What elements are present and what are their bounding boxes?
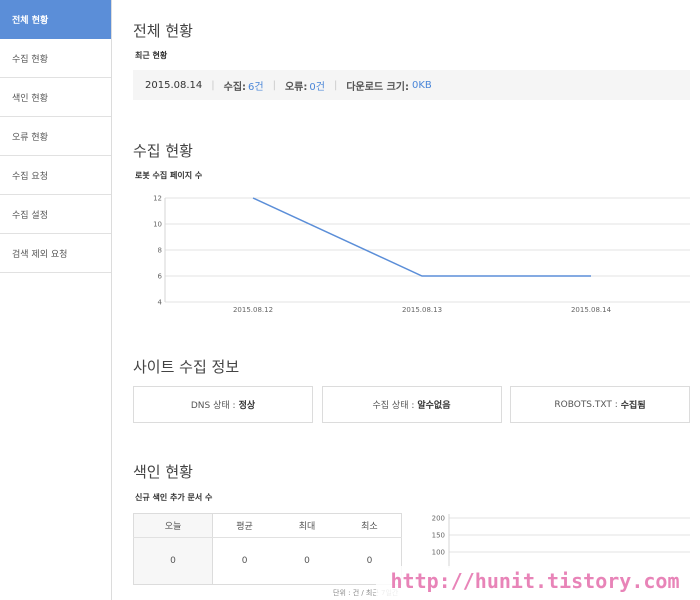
summary-error-label: 오류: xyxy=(284,81,308,93)
summary-collect-value: 6건 xyxy=(248,81,264,93)
robots-status-label: ROBOTS.TXT : xyxy=(554,399,618,410)
overview-subtitle: 최근 현황 xyxy=(135,51,168,60)
index-subtitle: 신규 색인 추가 문서 수 xyxy=(135,493,213,502)
main-content: 전체 현황 최근 현황 2015.08.14 | 수집: 6건 | 오류: 0건… xyxy=(133,0,690,600)
index-header-today: 오늘 xyxy=(133,513,213,539)
dns-status-box: DNS 상태 : 정상 xyxy=(133,386,313,423)
sidebar-item-overview[interactable]: 전체 현황 xyxy=(0,0,111,39)
y-tick-label: 100 xyxy=(432,549,445,557)
index-header-max: 최대 xyxy=(276,513,338,539)
divider: | xyxy=(333,79,338,91)
x-tick-label: 2015.08.14 xyxy=(571,306,612,314)
robots-status-box: ROBOTS.TXT : 수집됨 xyxy=(510,386,690,423)
crawl-status-box: 수집 상태 : 알수없음 xyxy=(321,386,502,423)
crawl-line-chart: 4 6 8 10 12 2015.08.12 2015.08.13 2015.08.14 xyxy=(153,195,690,314)
summary-download-value: 0KB xyxy=(412,79,432,91)
y-tick-label: 12 xyxy=(153,195,162,203)
sidebar-item-crawl-settings[interactable]: 수집 설정 xyxy=(0,195,111,234)
crawl-subtitle: 로봇 수집 페이지 수 xyxy=(135,171,203,180)
y-tick-label: 4 xyxy=(158,299,163,307)
site-info-row: DNS 상태 : 정상 수집 상태 : 알수없음 ROBOTS.TXT : 수집됨 xyxy=(133,386,690,423)
index-value-today: 0 xyxy=(133,537,213,585)
divider: | xyxy=(211,79,215,91)
crawl-status-label: 수집 상태 : xyxy=(372,401,415,411)
watermark-text: http://hunit.tistory.com xyxy=(376,566,694,596)
sidebar-item-crawl-status[interactable]: 수집 현황 xyxy=(0,39,111,78)
y-tick-label: 150 xyxy=(432,532,445,540)
sidebar-item-error-status[interactable]: 오류 현황 xyxy=(0,117,111,156)
site-info-title: 사이트 수집 정보 xyxy=(133,358,240,376)
index-value-average: 0 xyxy=(241,556,248,567)
index-title: 색인 현황 xyxy=(133,463,193,481)
summary-bar: 2015.08.14 | 수집: 6건 | 오류: 0건 | 다운로드 크기: … xyxy=(133,70,690,100)
summary-collect-label: 수집: xyxy=(223,81,247,93)
sidebar-item-crawl-request[interactable]: 수집 요청 xyxy=(0,156,111,195)
y-tick-label: 10 xyxy=(153,221,162,229)
sidebar-nav: 전체 현황 수집 현황 색인 현황 오류 현황 수집 요청 수집 설정 검색 제… xyxy=(0,0,112,600)
index-header-average: 평균 xyxy=(212,513,277,539)
sidebar-item-index-status[interactable]: 색인 현황 xyxy=(0,78,111,117)
index-value-max: 0 xyxy=(304,556,310,567)
y-tick-label: 6 xyxy=(158,273,163,281)
summary-date: 2015.08.14 xyxy=(145,79,203,91)
y-tick-label: 200 xyxy=(432,515,445,523)
y-tick-label: 8 xyxy=(158,247,162,255)
summary-download-label: 다운로드 크기: xyxy=(346,81,410,93)
index-header-min: 최소 xyxy=(337,513,402,539)
overview-title: 전체 현황 xyxy=(133,22,193,40)
dns-status-label: DNS 상태 : xyxy=(190,401,236,411)
divider: | xyxy=(272,79,276,91)
robots-status-value: 수집됨 xyxy=(620,401,646,411)
index-line-chart: 100 150 200 xyxy=(432,514,690,568)
crawl-status-value: 알수없음 xyxy=(417,401,451,411)
sidebar-item-search-exclude[interactable]: 검색 제외 요청 xyxy=(0,234,111,273)
crawl-title: 수집 현황 xyxy=(133,142,193,160)
x-tick-label: 2015.08.13 xyxy=(402,306,442,314)
series-line xyxy=(252,197,591,277)
dns-status-value: 정상 xyxy=(238,401,256,411)
index-stats-table: 오늘 평균 최대 최소 0 0 0 0 xyxy=(133,513,402,585)
x-tick-label: 2015.08.12 xyxy=(233,306,273,314)
summary-error-value: 0건 xyxy=(309,81,325,93)
